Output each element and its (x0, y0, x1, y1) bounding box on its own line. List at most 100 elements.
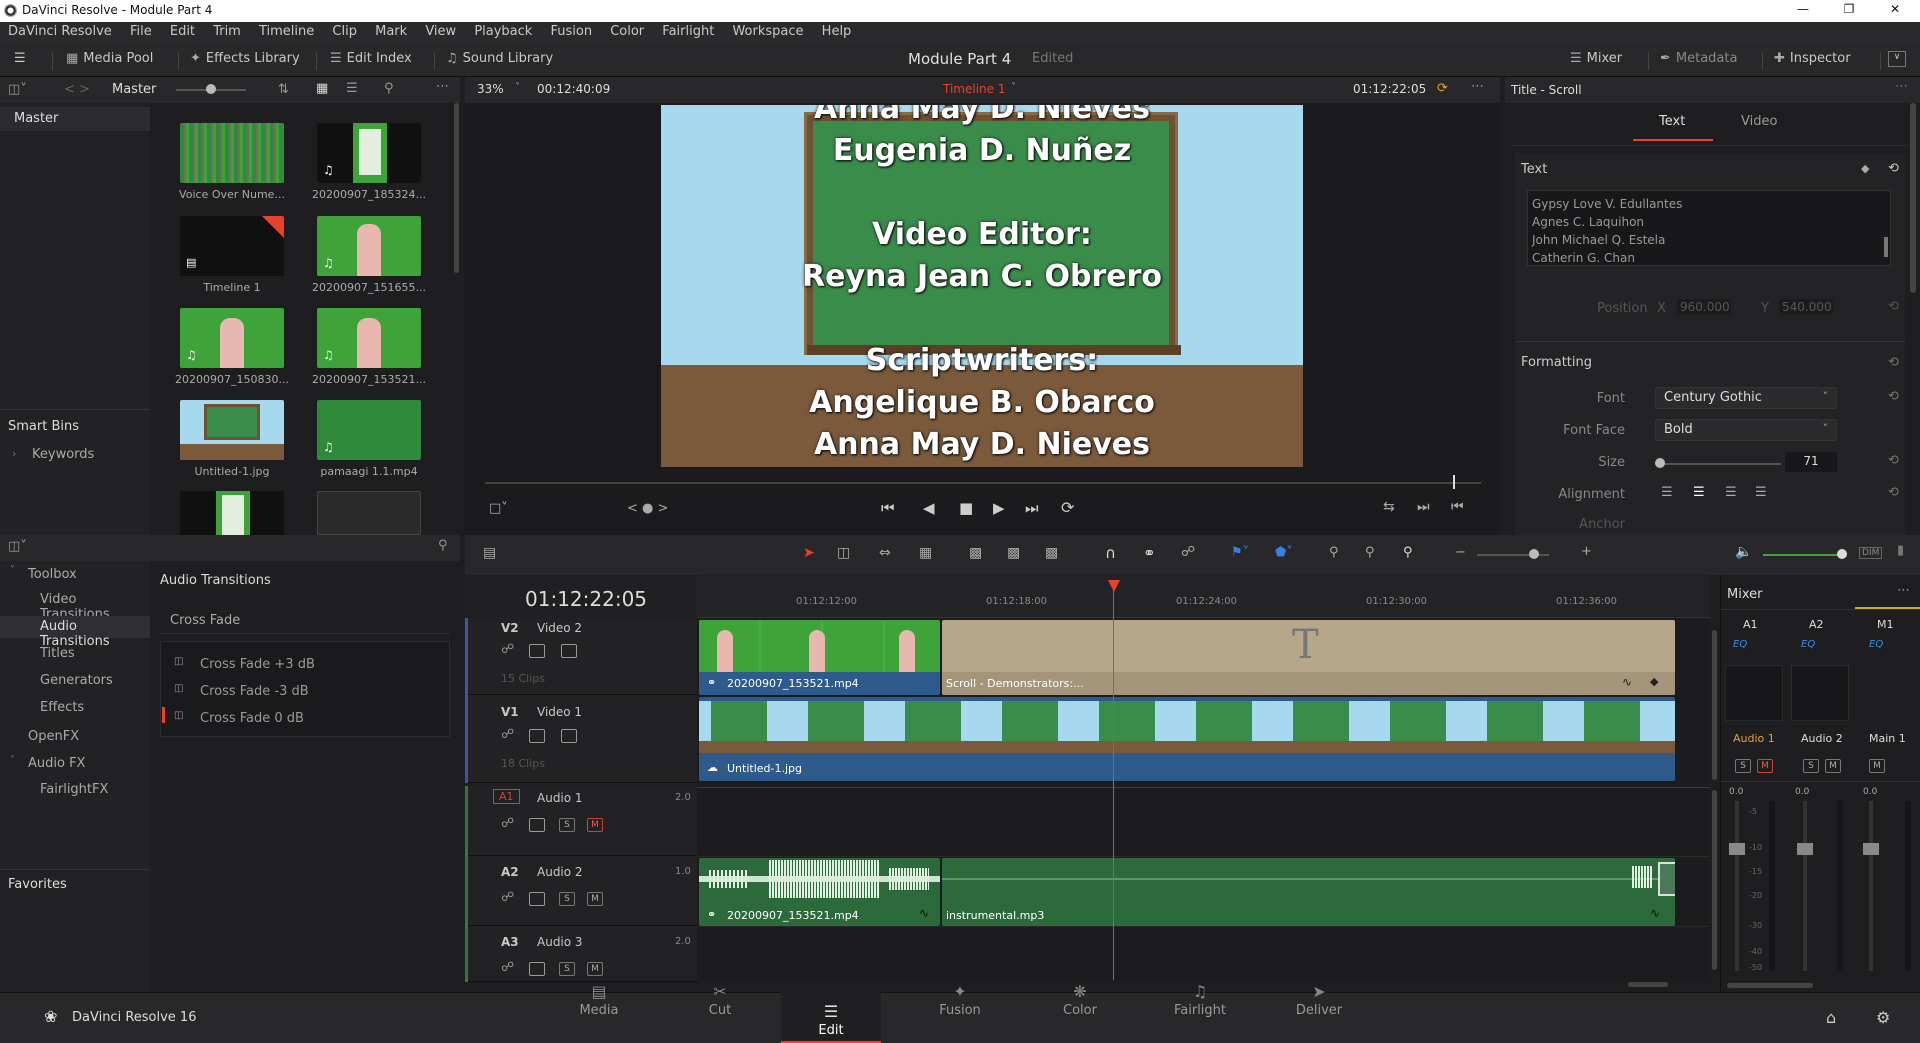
fader-track[interactable] (1869, 801, 1873, 971)
menu-fusion[interactable]: Fusion (536, 22, 592, 39)
linked-selection-icon[interactable]: ⚭ (1143, 544, 1156, 562)
text-input[interactable]: Gypsy Love V. Edullantes Agnes C. Laquih… (1527, 190, 1891, 266)
trim-tool-icon[interactable]: ◫ (837, 545, 850, 561)
tree-fairlightfx[interactable]: FairlightFX (0, 779, 150, 801)
inspector-scrollbar[interactable] (1910, 103, 1916, 293)
page-media[interactable]: ▤ Media (549, 982, 649, 1018)
track-name[interactable]: Audio 3 (537, 935, 583, 949)
volume-knob[interactable] (1837, 549, 1847, 559)
meter-icon[interactable]: ▮ (1897, 543, 1904, 558)
page-deliver[interactable]: ➤ Deliver (1269, 982, 1369, 1018)
menu-davinci[interactable]: DaVinci Resolve (0, 22, 112, 39)
menu-trim[interactable]: Trim (199, 22, 241, 39)
clip-thumbnail[interactable] (317, 491, 421, 535)
align-center-icon[interactable]: ☰ (1693, 485, 1705, 500)
chevron-right-icon[interactable]: › (12, 447, 16, 460)
reset-icon[interactable]: ⟲ (1888, 299, 1899, 314)
overwrite-clip-icon[interactable]: ▩ (1007, 545, 1020, 561)
reset-icon[interactable]: ⟲ (1888, 161, 1899, 176)
menu-help[interactable]: Help (808, 22, 852, 39)
timeline-thumbnail[interactable]: ▤ (180, 216, 284, 276)
menu-view[interactable]: View (411, 22, 456, 39)
volume-slider[interactable] (1763, 554, 1843, 556)
zoom-out-icon[interactable]: − (1455, 545, 1466, 560)
mute-button[interactable]: M (1825, 759, 1841, 773)
effect-item[interactable]: Cross Fade 0 dB (200, 711, 304, 726)
more-options-icon[interactable]: ⋯ (1897, 583, 1910, 598)
fader-knob[interactable] (1797, 843, 1813, 855)
effects-library-button[interactable]: ✦ Effects Library (190, 51, 300, 66)
mute-button[interactable]: M (587, 962, 603, 976)
eq-button[interactable]: EQ (1869, 639, 1883, 650)
auto-select-icon[interactable] (529, 729, 545, 743)
volume-icon[interactable]: 🔈 (1735, 544, 1752, 560)
tree-generators[interactable]: Generators (0, 670, 150, 692)
marker-icon[interactable]: ⬟˅ (1275, 545, 1293, 560)
keyframe-icon[interactable]: ◆ (1861, 162, 1869, 175)
jog-icon[interactable]: < ● > (627, 501, 668, 516)
go-to-start-icon[interactable]: ⏮ (881, 499, 895, 517)
transform-icon[interactable]: □˅ (489, 501, 508, 516)
menu-workspace[interactable]: Workspace (718, 22, 803, 39)
transition-handle[interactable] (1658, 862, 1675, 896)
keyframe-icon[interactable]: ◆ (1650, 675, 1658, 688)
timeline-h-scrollbar[interactable] (1628, 982, 1668, 987)
reset-icon[interactable]: ⟲ (1888, 355, 1899, 370)
next-edit-icon[interactable]: ⏭ (1417, 499, 1430, 515)
sort-icon[interactable]: ⇅ (278, 82, 289, 97)
clip-thumbnail[interactable] (180, 123, 284, 183)
mute-button[interactable]: M (587, 818, 603, 832)
home-icon[interactable]: ⌂ (1826, 1008, 1836, 1027)
curve-icon[interactable]: ∿ (1650, 906, 1660, 920)
curve-icon[interactable]: ∿ (1622, 675, 1632, 689)
stop-icon[interactable]: ■ (959, 499, 973, 517)
lock-icon[interactable]: ☍ (501, 727, 514, 742)
mixer-h-scrollbar[interactable] (1727, 983, 1813, 988)
scrub-bar[interactable] (485, 482, 1481, 484)
tab-video[interactable]: Video (1741, 114, 1777, 129)
menu-fairlight[interactable]: Fairlight (648, 22, 714, 39)
search-icon[interactable]: ⚲ (438, 538, 448, 553)
pan-control[interactable] (1725, 665, 1783, 721)
pan-control[interactable] (1791, 665, 1849, 721)
zoom-detail-icon[interactable]: ⚲ (1365, 545, 1375, 560)
auto-select-icon[interactable] (529, 962, 545, 976)
tab-text[interactable]: Text (1659, 114, 1685, 129)
title-clip[interactable]: T Scroll - Demonstrators:... ∿ ◆ (942, 620, 1675, 695)
play-reverse-icon[interactable]: ◀ (923, 499, 935, 517)
align-left-icon[interactable]: ☰ (1661, 485, 1673, 500)
solo-button[interactable]: S (1735, 759, 1751, 773)
eq-button[interactable]: EQ (1801, 639, 1815, 650)
flag-icon[interactable]: ⚑˅ (1231, 545, 1249, 560)
inspector-button[interactable]: ✚ Inspector (1774, 51, 1851, 66)
solo-button[interactable]: S (559, 892, 575, 906)
position-y-input[interactable]: 540.000 (1779, 299, 1833, 315)
tree-video-transitions[interactable]: Video Transitions (0, 589, 150, 622)
sound-library-button[interactable]: ♫ Sound Library (446, 51, 553, 66)
loop-icon[interactable]: ⟳ (1061, 498, 1074, 517)
minimize-icon[interactable]: — (1794, 2, 1812, 20)
chevron-down-icon[interactable]: ˅ (10, 565, 15, 576)
lock-icon[interactable]: ☍ (501, 890, 514, 905)
tree-titles[interactable]: Titles (0, 643, 150, 665)
page-fusion[interactable]: ✦ Fusion (910, 982, 1010, 1018)
timeline-v-scrollbar[interactable] (1712, 630, 1717, 780)
audio-v-scrollbar[interactable] (1712, 790, 1717, 970)
mixer-button[interactable]: ☰ Mixer (1570, 51, 1622, 66)
page-fairlight[interactable]: ♫ Fairlight (1150, 982, 1250, 1018)
timeline-name[interactable]: Timeline 1 (943, 82, 1005, 96)
auto-select-icon[interactable] (529, 818, 545, 832)
lock-icon[interactable]: ☍ (501, 642, 514, 657)
reset-icon[interactable]: ⟲ (1888, 389, 1899, 404)
audio-clip[interactable]: instrumental.mp3 ∿ (942, 858, 1675, 926)
clip-thumbnail[interactable]: ♫ (317, 308, 421, 368)
menu-timeline[interactable]: Timeline (245, 22, 314, 39)
auto-select-icon[interactable] (529, 644, 545, 658)
zoom-custom-icon[interactable]: ⚲ (1403, 545, 1413, 560)
fader-track[interactable] (1803, 801, 1807, 971)
zoom-slider-knob[interactable] (1529, 549, 1539, 559)
zoom-full-icon[interactable]: ⚲ (1329, 545, 1339, 560)
snapping-icon[interactable]: ∩ (1105, 544, 1116, 562)
insert-clip-icon[interactable]: ▩ (969, 545, 982, 561)
page-color[interactable]: ❋ Color (1030, 982, 1130, 1018)
